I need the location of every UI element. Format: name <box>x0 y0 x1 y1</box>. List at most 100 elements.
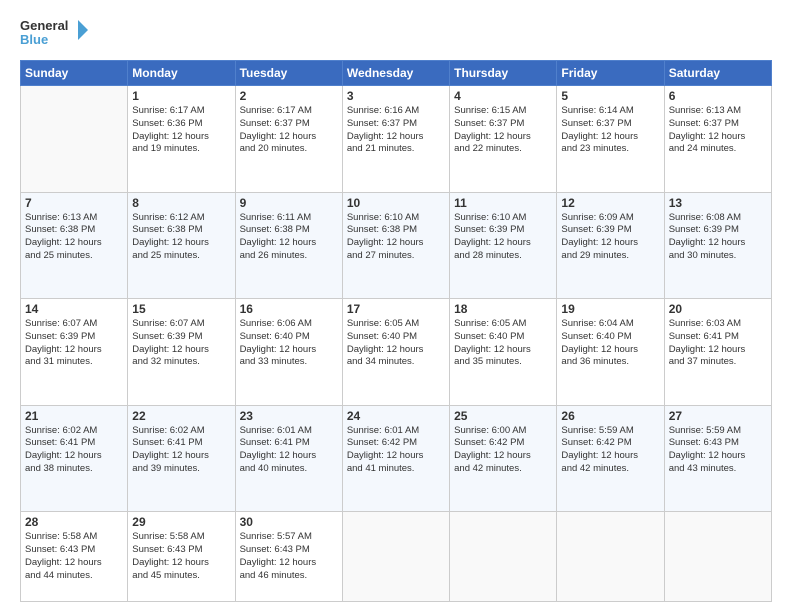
calendar-cell: 11 Sunrise: 6:10 AM Sunset: 6:39 PM Dayli… <box>450 192 557 299</box>
day-number: 27 <box>669 409 767 423</box>
calendar-cell: 19 Sunrise: 6:04 AM Sunset: 6:40 PM Dayli… <box>557 299 664 406</box>
calendar-cell: 18 Sunrise: 6:05 AM Sunset: 6:40 PM Dayli… <box>450 299 557 406</box>
calendar-cell: 3 Sunrise: 6:16 AM Sunset: 6:37 PM Daylig… <box>342 86 449 193</box>
day-info: Sunrise: 6:06 AM Sunset: 6:40 PM Dayligh… <box>240 318 338 369</box>
day-number: 23 <box>240 409 338 423</box>
calendar-cell <box>450 512 557 602</box>
day-info: Sunrise: 6:16 AM Sunset: 6:37 PM Dayligh… <box>347 105 445 156</box>
calendar-cell: 28Sunrise: 5:58 AM Sunset: 6:43 PM Dayli… <box>21 512 128 602</box>
day-info: Sunrise: 6:04 AM Sunset: 6:40 PM Dayligh… <box>561 318 659 369</box>
day-info: Sunrise: 6:10 AM Sunset: 6:38 PM Dayligh… <box>347 212 445 263</box>
day-number: 14 <box>25 302 123 316</box>
calendar-cell: 12 Sunrise: 6:09 AM Sunset: 6:39 PM Dayli… <box>557 192 664 299</box>
calendar-cell: 2Sunrise: 6:17 AM Sunset: 6:37 PM Daylig… <box>235 86 342 193</box>
calendar-table: SundayMondayTuesdayWednesdayThursdayFrid… <box>20 60 772 602</box>
day-number: 2 <box>240 89 338 103</box>
day-number: 11 <box>454 196 552 210</box>
day-number: 6 <box>669 89 767 103</box>
header-sunday: Sunday <box>21 61 128 86</box>
calendar-cell: 30 Sunrise: 5:57 AM Sunset: 6:43 PM Dayli… <box>235 512 342 602</box>
day-info: Sunrise: 5:58 AM Sunset: 6:43 PM Dayligh… <box>132 531 230 582</box>
day-info: Sunrise: 6:14 AM Sunset: 6:37 PM Dayligh… <box>561 105 659 156</box>
day-info: Sunrise: 6:11 AM Sunset: 6:38 PM Dayligh… <box>240 212 338 263</box>
day-info: Sunrise: 5:59 AM Sunset: 6:43 PM Dayligh… <box>669 425 767 476</box>
day-info: Sunrise: 6:07 AM Sunset: 6:39 PM Dayligh… <box>25 318 123 369</box>
day-number: 25 <box>454 409 552 423</box>
day-info: Sunrise: 6:15 AM Sunset: 6:37 PM Dayligh… <box>454 105 552 156</box>
day-info: Sunrise: 6:02 AM Sunset: 6:41 PM Dayligh… <box>132 425 230 476</box>
calendar-cell: 27 Sunrise: 5:59 AM Sunset: 6:43 PM Dayli… <box>664 405 771 512</box>
day-info: Sunrise: 6:13 AM Sunset: 6:38 PM Dayligh… <box>25 212 123 263</box>
day-number: 30 <box>240 515 338 529</box>
svg-text:Blue: Blue <box>20 32 48 47</box>
page: General Blue SundayMondayTuesdayWednesda… <box>0 0 792 612</box>
calendar-cell: 9 Sunrise: 6:11 AM Sunset: 6:38 PM Daylig… <box>235 192 342 299</box>
header-monday: Monday <box>128 61 235 86</box>
calendar-cell: 5Sunrise: 6:14 AM Sunset: 6:37 PM Daylig… <box>557 86 664 193</box>
day-number: 16 <box>240 302 338 316</box>
day-number: 8 <box>132 196 230 210</box>
calendar-cell <box>557 512 664 602</box>
calendar-week-row: 1 Sunrise: 6:17 AM Sunset: 6:36 PM Daylig… <box>21 86 772 193</box>
day-info: Sunrise: 6:02 AM Sunset: 6:41 PM Dayligh… <box>25 425 123 476</box>
day-number: 7 <box>25 196 123 210</box>
day-number: 3 <box>347 89 445 103</box>
calendar-week-row: 7 Sunrise: 6:13 AM Sunset: 6:38 PM Daylig… <box>21 192 772 299</box>
calendar-cell: 20 Sunrise: 6:03 AM Sunset: 6:41 PM Dayli… <box>664 299 771 406</box>
day-info: Sunrise: 6:09 AM Sunset: 6:39 PM Dayligh… <box>561 212 659 263</box>
calendar-cell: 6 Sunrise: 6:13 AM Sunset: 6:37 PM Daylig… <box>664 86 771 193</box>
day-number: 9 <box>240 196 338 210</box>
day-info: Sunrise: 6:10 AM Sunset: 6:39 PM Dayligh… <box>454 212 552 263</box>
calendar-cell: 17 Sunrise: 6:05 AM Sunset: 6:40 PM Dayli… <box>342 299 449 406</box>
day-info: Sunrise: 6:13 AM Sunset: 6:37 PM Dayligh… <box>669 105 767 156</box>
day-info: Sunrise: 6:01 AM Sunset: 6:41 PM Dayligh… <box>240 425 338 476</box>
calendar-cell <box>342 512 449 602</box>
calendar-cell <box>664 512 771 602</box>
day-number: 10 <box>347 196 445 210</box>
day-number: 21 <box>25 409 123 423</box>
svg-text:General: General <box>20 18 68 33</box>
day-info: Sunrise: 6:17 AM Sunset: 6:36 PM Dayligh… <box>132 105 230 156</box>
day-info: Sunrise: 5:59 AM Sunset: 6:42 PM Dayligh… <box>561 425 659 476</box>
header-wednesday: Wednesday <box>342 61 449 86</box>
day-number: 20 <box>669 302 767 316</box>
day-number: 15 <box>132 302 230 316</box>
calendar-cell: 23 Sunrise: 6:01 AM Sunset: 6:41 PM Dayli… <box>235 405 342 512</box>
calendar-cell: 24 Sunrise: 6:01 AM Sunset: 6:42 PM Dayli… <box>342 405 449 512</box>
calendar-cell: 4 Sunrise: 6:15 AM Sunset: 6:37 PM Daylig… <box>450 86 557 193</box>
day-number: 4 <box>454 89 552 103</box>
calendar-cell: 7 Sunrise: 6:13 AM Sunset: 6:38 PM Daylig… <box>21 192 128 299</box>
calendar-header-row: SundayMondayTuesdayWednesdayThursdayFrid… <box>21 61 772 86</box>
calendar-cell: 15Sunrise: 6:07 AM Sunset: 6:39 PM Dayli… <box>128 299 235 406</box>
day-number: 26 <box>561 409 659 423</box>
calendar-cell: 8Sunrise: 6:12 AM Sunset: 6:38 PM Daylig… <box>128 192 235 299</box>
calendar-cell: 16 Sunrise: 6:06 AM Sunset: 6:40 PM Dayli… <box>235 299 342 406</box>
calendar-cell: 10 Sunrise: 6:10 AM Sunset: 6:38 PM Dayli… <box>342 192 449 299</box>
header-thursday: Thursday <box>450 61 557 86</box>
day-info: Sunrise: 5:57 AM Sunset: 6:43 PM Dayligh… <box>240 531 338 582</box>
header-tuesday: Tuesday <box>235 61 342 86</box>
day-info: Sunrise: 6:05 AM Sunset: 6:40 PM Dayligh… <box>347 318 445 369</box>
calendar-cell: 22 Sunrise: 6:02 AM Sunset: 6:41 PM Dayli… <box>128 405 235 512</box>
day-number: 18 <box>454 302 552 316</box>
day-number: 29 <box>132 515 230 529</box>
day-info: Sunrise: 6:03 AM Sunset: 6:41 PM Dayligh… <box>669 318 767 369</box>
day-number: 28 <box>25 515 123 529</box>
day-info: Sunrise: 6:01 AM Sunset: 6:42 PM Dayligh… <box>347 425 445 476</box>
day-number: 17 <box>347 302 445 316</box>
day-number: 12 <box>561 196 659 210</box>
day-number: 24 <box>347 409 445 423</box>
day-info: Sunrise: 6:05 AM Sunset: 6:40 PM Dayligh… <box>454 318 552 369</box>
calendar-cell: 29 Sunrise: 5:58 AM Sunset: 6:43 PM Dayli… <box>128 512 235 602</box>
calendar-week-row: 28 Sunrise: 5:58 AM Sunset: 6:43 PM Dayli… <box>21 512 772 602</box>
calendar-cell: 13Sunrise: 6:08 AM Sunset: 6:39 PM Dayli… <box>664 192 771 299</box>
day-number: 22 <box>132 409 230 423</box>
calendar-cell: 25 Sunrise: 6:00 AM Sunset: 6:42 PM Dayli… <box>450 405 557 512</box>
header-saturday: Saturday <box>664 61 771 86</box>
day-number: 1 <box>132 89 230 103</box>
calendar-cell: 26 Sunrise: 5:59 AM Sunset: 6:42 PM Dayli… <box>557 405 664 512</box>
day-number: 19 <box>561 302 659 316</box>
calendar-cell: 1 Sunrise: 6:17 AM Sunset: 6:36 PM Daylig… <box>128 86 235 193</box>
day-info: Sunrise: 6:00 AM Sunset: 6:42 PM Dayligh… <box>454 425 552 476</box>
calendar-cell: 21 Sunrise: 6:02 AM Sunset: 6:41 PM Dayli… <box>21 405 128 512</box>
